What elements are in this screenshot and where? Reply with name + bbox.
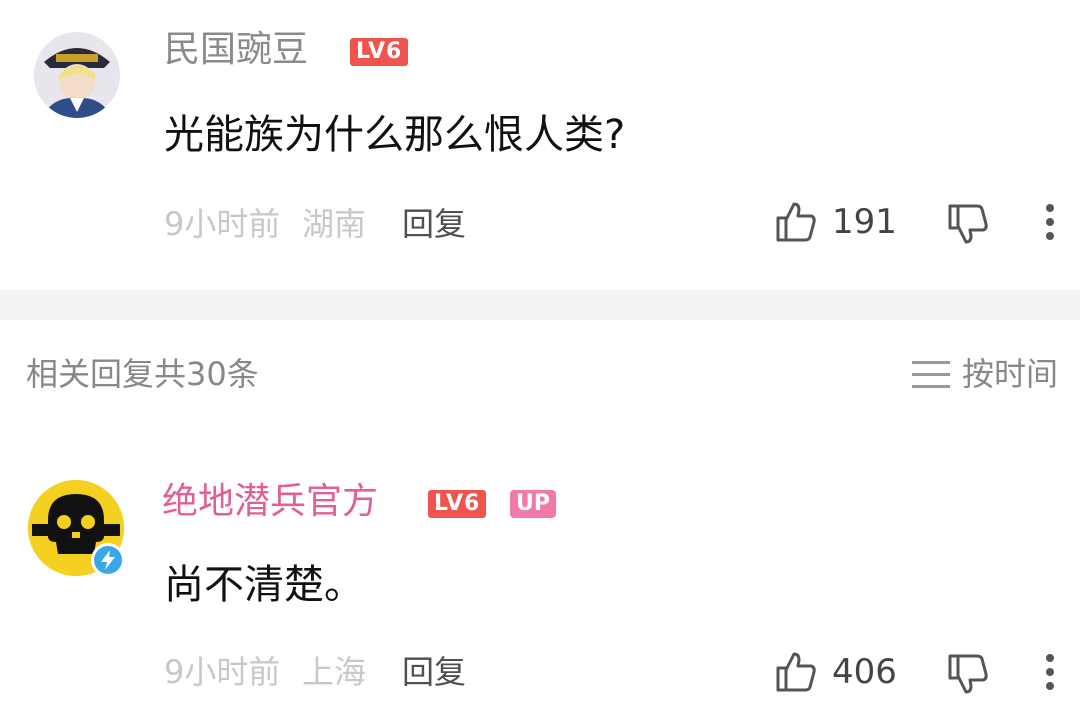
dislike-icon[interactable] [946, 652, 990, 696]
reply-button[interactable]: 回复 [402, 204, 466, 244]
location: 湖南 [302, 205, 367, 243]
more-icon[interactable] [1044, 652, 1056, 692]
reply-button[interactable]: 回复 [402, 652, 466, 692]
replies-count-title: 相关回复共30条 [26, 355, 259, 393]
anime-character-avatar-image [34, 32, 120, 118]
avatar[interactable] [34, 32, 120, 118]
comment-text: 光能族为什么那么恨人类? [164, 112, 626, 158]
username-official[interactable]: 绝地潜兵官方 [162, 480, 378, 524]
sort-button[interactable]: 按时间 [911, 354, 1058, 394]
username[interactable]: 民国豌豆 [164, 28, 308, 72]
like-icon[interactable] [774, 650, 818, 694]
like-icon[interactable] [774, 200, 818, 244]
dislike-icon[interactable] [946, 202, 990, 246]
more-icon[interactable] [1044, 202, 1056, 242]
comment-text: 尚不清楚。 [164, 562, 364, 608]
sort-lines-icon [911, 361, 950, 388]
comment-item: 民国豌豆 LV6 光能族为什么那么恨人类? 9小时前 湖南 回复 191 [0, 0, 1080, 290]
sort-label: 按时间 [961, 355, 1058, 393]
location: 上海 [302, 653, 367, 691]
verified-bolt-icon [91, 543, 125, 577]
up-badge: UP [510, 490, 556, 518]
section-divider [0, 290, 1080, 320]
comment-item: 绝地潜兵官方 LV6 UP 尚不清楚。 9小时前 上海 回复 406 [0, 460, 1080, 722]
like-count: 406 [832, 652, 897, 692]
level-badge: LV6 [350, 38, 409, 66]
level-badge: LV6 [428, 490, 487, 518]
timestamp: 9小时前 [164, 653, 281, 691]
timestamp: 9小时前 [164, 205, 281, 243]
like-count: 191 [832, 202, 897, 242]
